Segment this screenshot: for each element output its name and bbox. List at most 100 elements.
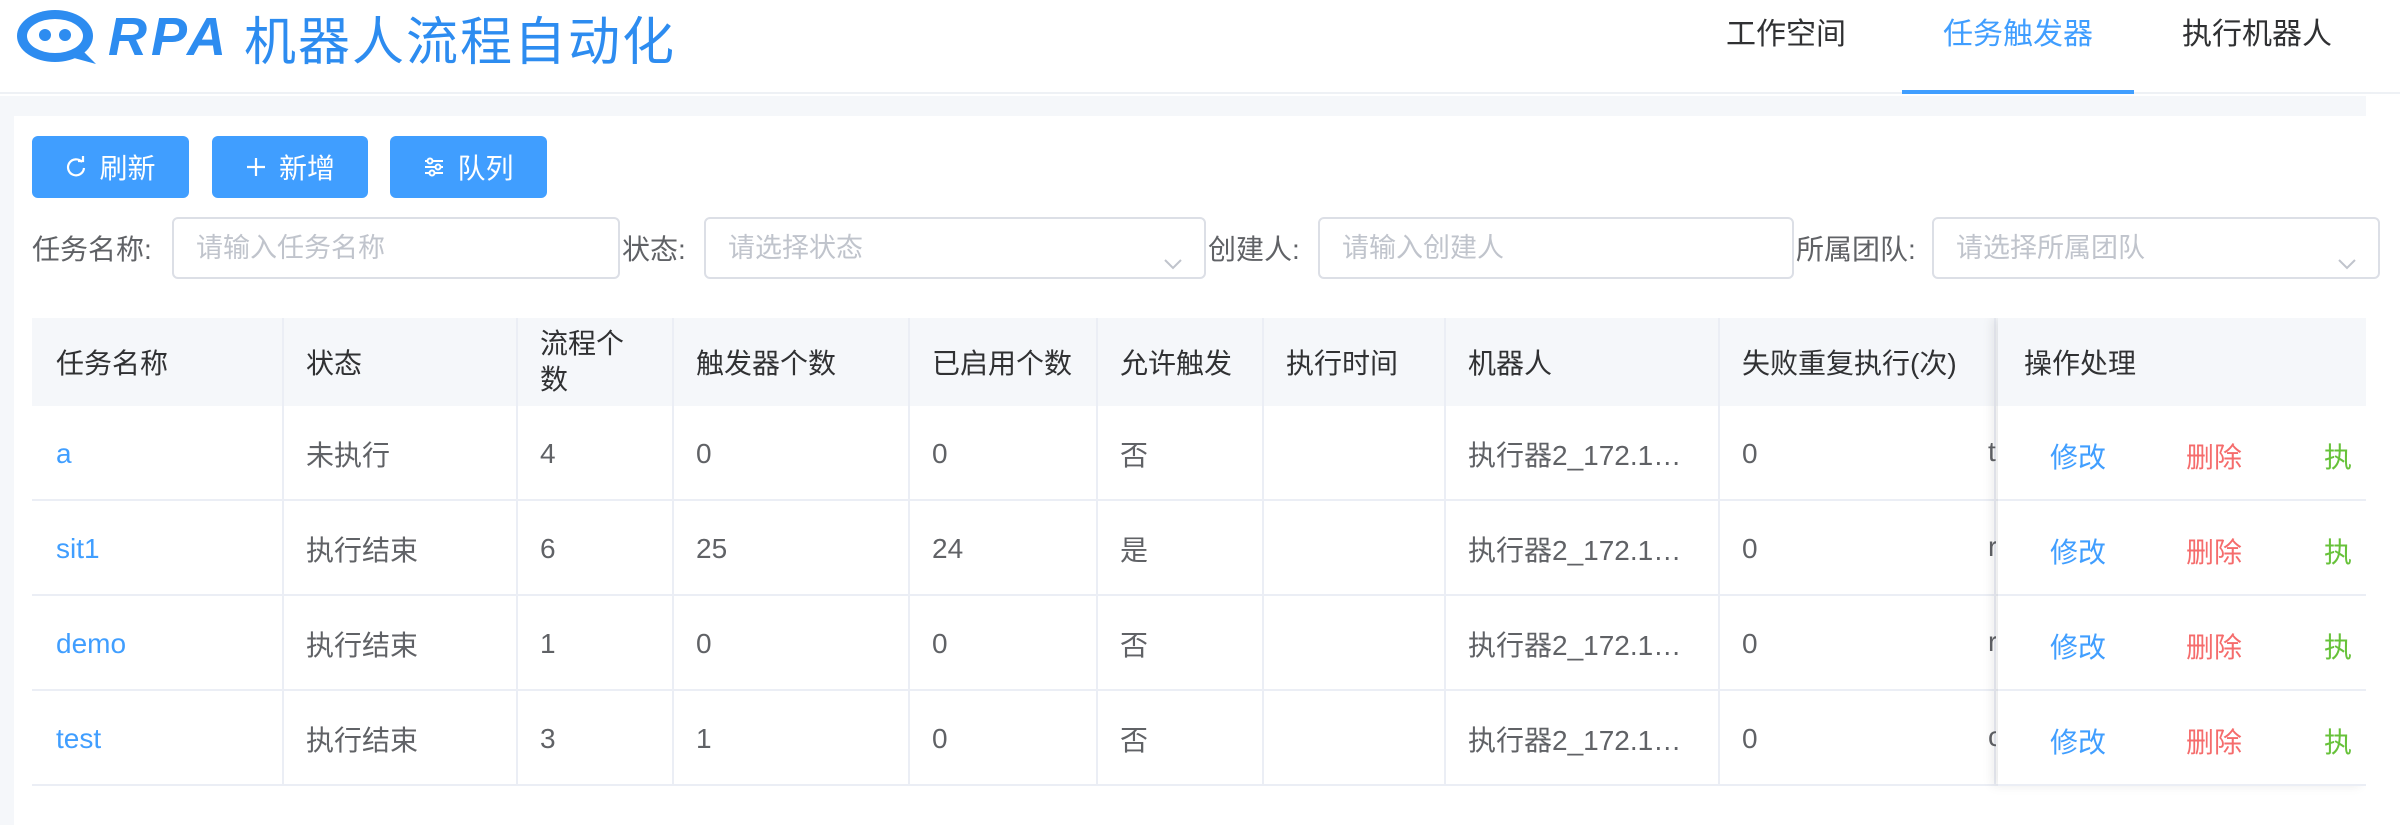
- run-link[interactable]: 执: [2324, 436, 2352, 476]
- creator-placeholder: 请输入创建人: [1342, 233, 1504, 263]
- nav-task-trigger[interactable]: 任务触发器: [1902, 0, 2134, 94]
- sliders-icon: [423, 156, 445, 178]
- cell-retry: 0: [1742, 722, 1758, 754]
- queue-button[interactable]: 队列: [390, 136, 547, 198]
- nav-workspace[interactable]: 工作空间: [1670, 0, 1902, 94]
- delete-link[interactable]: 删除: [2186, 436, 2242, 476]
- status-placeholder: 请选择状态: [728, 233, 863, 263]
- task-name-input[interactable]: 请输入任务名称: [172, 217, 620, 279]
- cell-robot: 执行器2_172.1…: [1468, 724, 1682, 756]
- creator-input[interactable]: 请输入创建人: [1318, 217, 1794, 279]
- task-name-placeholder: 请输入任务名称: [196, 233, 385, 263]
- cell-status: 执行结束: [306, 629, 419, 661]
- cell-exec-time: [1262, 406, 1444, 501]
- status-select[interactable]: 请选择状态: [704, 217, 1206, 279]
- col-status[interactable]: 状态: [282, 318, 516, 406]
- right-gutter: [2366, 96, 2400, 825]
- cell-exec-time: [1262, 691, 1444, 786]
- cell-allow-trigger: 否: [1120, 439, 1149, 471]
- run-link[interactable]: 执: [2324, 721, 2352, 761]
- cell-flow-count: 1: [540, 627, 556, 659]
- col-task-name[interactable]: 任务名称: [32, 318, 282, 406]
- queue-label: 队列: [457, 153, 514, 184]
- app-title: 机器人流程自动化: [244, 13, 677, 72]
- task-name-link[interactable]: test: [32, 691, 282, 786]
- team-placeholder: 请选择所属团队: [1956, 233, 2145, 263]
- col-allow-trigger[interactable]: 允许触发: [1096, 318, 1262, 406]
- cell-robot: 执行器2_172.1…: [1468, 534, 1682, 566]
- run-link[interactable]: 执: [2324, 626, 2352, 666]
- cell-enabled-count: 0: [932, 437, 948, 469]
- col-robot[interactable]: 机器人: [1444, 318, 1718, 406]
- action-row: 修改 删除 执: [1998, 691, 2366, 786]
- task-name-link[interactable]: sit1: [32, 501, 282, 596]
- refresh-icon: [65, 156, 87, 178]
- cell-flow-count: 6: [540, 532, 556, 564]
- task-name-link[interactable]: demo: [32, 596, 282, 691]
- col-enabled-count[interactable]: 已启用个数: [908, 318, 1096, 406]
- refresh-button[interactable]: 刷新: [32, 136, 189, 198]
- logo-rpa-text: RPA: [108, 7, 231, 67]
- delete-link[interactable]: 删除: [2186, 531, 2242, 571]
- cell-trigger-count: 0: [696, 627, 712, 659]
- cell-status: 执行结束: [306, 534, 419, 566]
- task-name-link[interactable]: a: [32, 406, 282, 501]
- cell-trigger-count: 25: [696, 532, 728, 564]
- robot-logo-icon: [17, 10, 96, 64]
- col-exec-time[interactable]: 执行时间: [1262, 318, 1444, 406]
- plus-icon: [245, 156, 267, 178]
- status-label: 状态:: [622, 234, 686, 265]
- team-select[interactable]: 请选择所属团队: [1932, 217, 2380, 279]
- actions-column: 操作处理 修改 删除 执 修改 删除 执 修改 删除 执 修改 删除 执: [1998, 318, 2366, 786]
- col-trigger-count[interactable]: 触发器个数: [672, 318, 908, 406]
- cell-exec-time: [1262, 596, 1444, 691]
- top-nav: 工作空间 任务触发器 执行机器人: [1670, 0, 2400, 94]
- cell-exec-time: [1262, 501, 1444, 596]
- task-name-label: 任务名称:: [32, 234, 152, 265]
- action-row: 修改 删除 执: [1998, 501, 2366, 596]
- action-row: 修改 删除 执: [1998, 596, 2366, 691]
- nav-exec-robot[interactable]: 执行机器人: [2134, 0, 2400, 94]
- add-button[interactable]: 新增: [212, 136, 368, 198]
- cell-retry: 0: [1742, 437, 1758, 469]
- edit-link[interactable]: 修改: [2050, 721, 2106, 761]
- cell-status: 执行结束: [306, 724, 419, 756]
- cell-flow-count: 4: [540, 437, 556, 469]
- edit-link[interactable]: 修改: [2050, 626, 2106, 666]
- cell-hidden-col: r: [1988, 626, 1996, 657]
- cell-trigger-count: 1: [696, 722, 712, 754]
- cell-hidden-col: r: [1988, 531, 1996, 562]
- cell-robot: 执行器2_172.1…: [1468, 439, 1682, 471]
- cell-allow-trigger: 否: [1120, 629, 1149, 661]
- task-table: 任务名称 状态 流程个数 触发器个数 已启用个数 允许触发 执行时间 机器人 失…: [32, 318, 2366, 796]
- action-row: 修改 删除 执: [1998, 406, 2366, 501]
- cell-enabled-count: 0: [932, 722, 948, 754]
- cell-robot: 执行器2_172.1…: [1468, 629, 1682, 661]
- cell-retry: 0: [1742, 627, 1758, 659]
- cell-hidden-col: t: [1988, 436, 1996, 467]
- edit-link[interactable]: 修改: [2050, 436, 2106, 476]
- col-actions: 操作处理: [1998, 318, 2366, 406]
- chevron-down-icon: [2336, 237, 2358, 295]
- refresh-label: 刷新: [99, 153, 156, 184]
- cell-allow-trigger: 是: [1120, 534, 1149, 566]
- cell-enabled-count: 24: [932, 532, 964, 564]
- cell-retry: 0: [1742, 532, 1758, 564]
- col-retry[interactable]: 失败重复执行(次): [1718, 318, 1994, 406]
- cell-flow-count: 3: [540, 722, 556, 754]
- col-flow-count[interactable]: 流程个数: [516, 318, 672, 406]
- cell-hidden-col: c: [1988, 721, 1996, 752]
- edit-link[interactable]: 修改: [2050, 531, 2106, 571]
- add-label: 新增: [278, 153, 335, 184]
- delete-link[interactable]: 删除: [2186, 721, 2242, 761]
- team-label: 所属团队:: [1796, 234, 1916, 265]
- app-logo: RPA 机器人流程自动化: [12, 6, 676, 72]
- run-link[interactable]: 执: [2324, 531, 2352, 571]
- delete-link[interactable]: 删除: [2186, 626, 2242, 666]
- cell-enabled-count: 0: [932, 627, 948, 659]
- creator-label: 创建人:: [1208, 234, 1300, 265]
- app-header: RPA 机器人流程自动化 工作空间 任务触发器 执行机器人: [0, 0, 2400, 94]
- cell-status: 未执行: [306, 439, 391, 471]
- chevron-down-icon: [1162, 237, 1184, 295]
- cell-allow-trigger: 否: [1120, 724, 1149, 756]
